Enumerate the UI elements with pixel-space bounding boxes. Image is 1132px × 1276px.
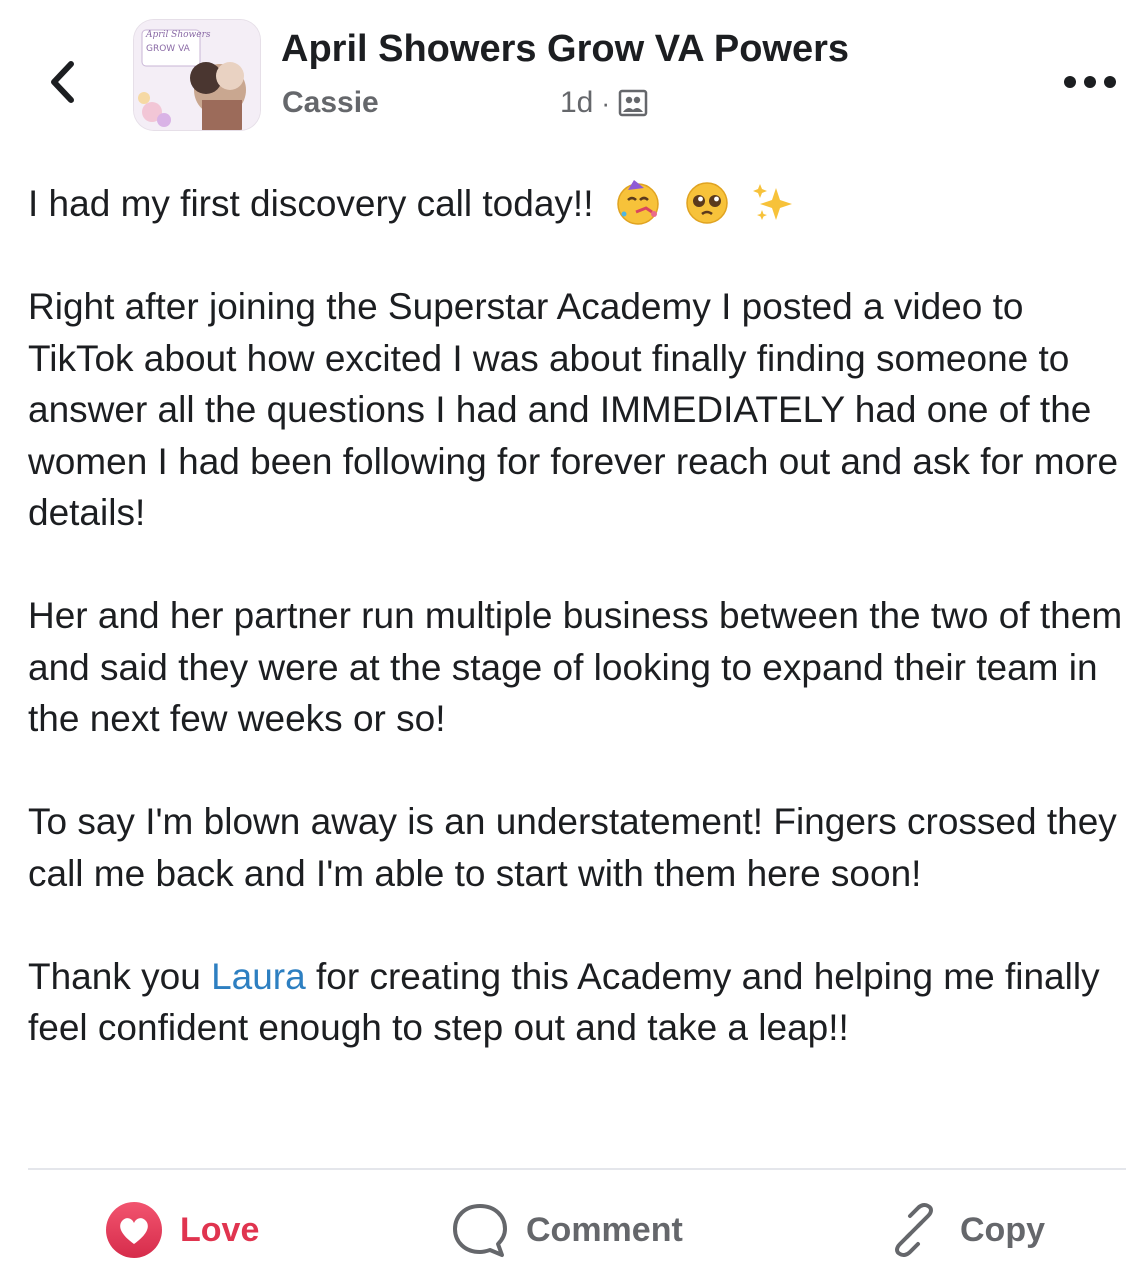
action-bar: Love Comment Copy — [0, 1178, 1132, 1276]
mention-link[interactable]: Laura — [211, 956, 306, 997]
meta-separator: · — [601, 87, 611, 118]
copy-button[interactable]: Copy — [884, 1200, 1045, 1260]
back-button[interactable] — [38, 52, 86, 112]
chevron-left-icon — [51, 61, 74, 103]
comment-icon — [453, 1204, 507, 1257]
avatar-text-line1: April Showers — [146, 30, 211, 40]
post-paragraph-2: Right after joining the Superstar Academ… — [28, 286, 1119, 533]
comment-label: Comment — [526, 1210, 683, 1249]
more-options-button[interactable] — [1060, 62, 1120, 102]
group-name-link[interactable]: April Showers Grow VA Powers — [281, 28, 849, 71]
love-label: Love — [180, 1210, 260, 1249]
action-divider — [28, 1168, 1126, 1170]
post-paragraph-5: Thank you Laura for creating this Academ… — [28, 951, 1124, 1054]
comment-button[interactable]: Comment — [450, 1200, 683, 1260]
post-paragraph-1: I had my first discovery call today!! — [28, 178, 1124, 230]
copy-label: Copy — [960, 1210, 1045, 1249]
avatar-text-line2: GROW VA — [146, 44, 190, 54]
more-options-icon — [1064, 76, 1116, 88]
partying-face-emoji — [617, 180, 659, 225]
sparkles-emoji — [753, 184, 793, 220]
love-reaction-icon — [106, 1202, 162, 1258]
post-paragraph-4: To say I'm blown away is an understateme… — [28, 801, 1117, 894]
post-header: April Showers GROW VA April Showers Grow… — [0, 0, 1132, 150]
post-body: I had my first discovery call today!! Ri… — [28, 178, 1124, 1105]
post-line-1: I had my first discovery call today!! — [28, 183, 594, 224]
group-avatar[interactable]: April Showers GROW VA — [134, 20, 260, 130]
author-name-link[interactable]: Cassie — [282, 86, 379, 120]
para5-before: Thank you — [28, 955, 212, 997]
timestamp: 1d — [560, 86, 594, 119]
post-meta: 1d · — [560, 86, 648, 120]
link-icon — [895, 1202, 933, 1258]
members-group-icon — [618, 89, 648, 117]
pleading-face-emoji — [686, 182, 728, 224]
post-paragraph-3: Her and her partner run multiple busines… — [28, 595, 1123, 739]
love-button[interactable]: Love — [104, 1200, 259, 1260]
